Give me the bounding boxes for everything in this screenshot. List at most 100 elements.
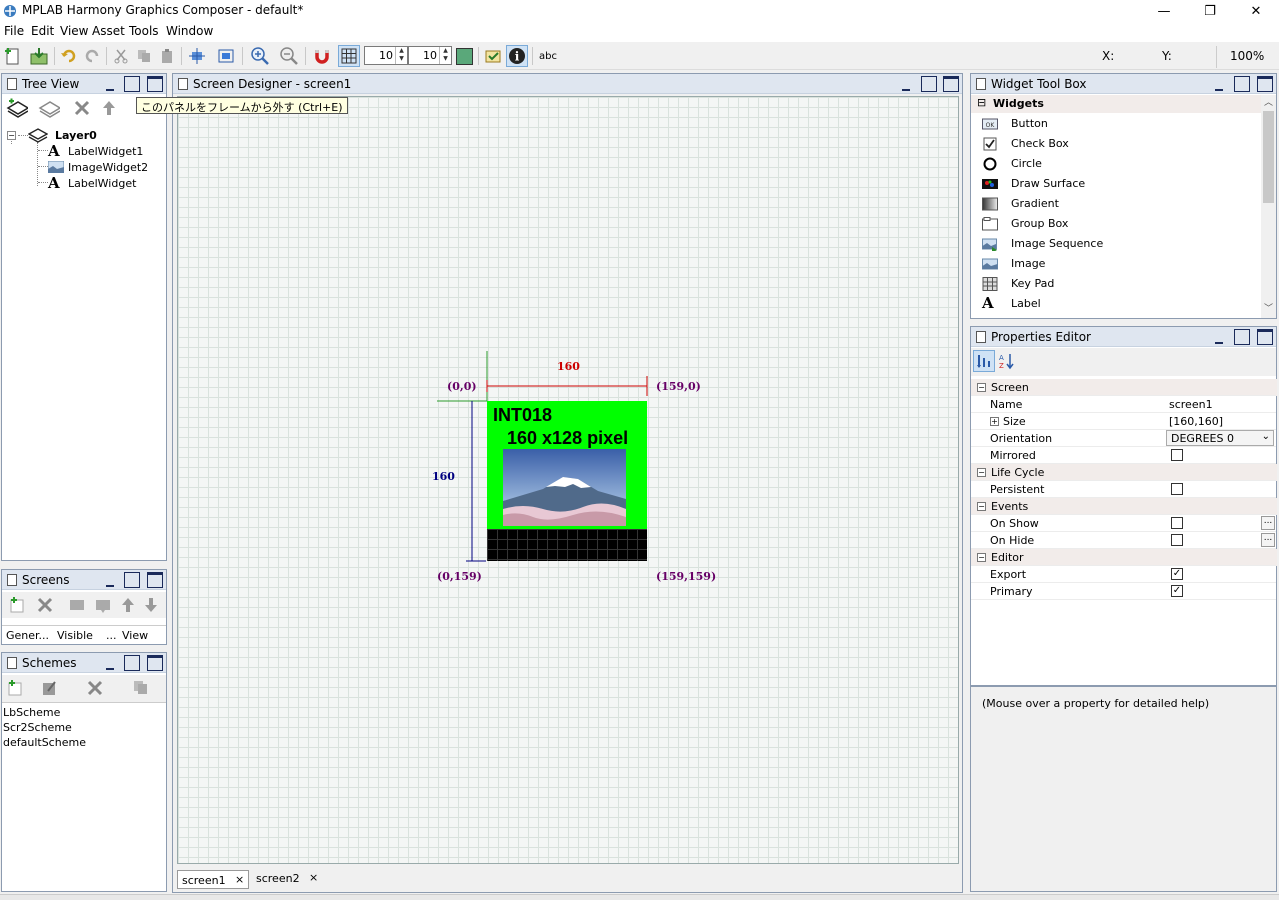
delete-scheme-button[interactable] — [84, 677, 106, 699]
property-checkbox[interactable] — [1171, 517, 1183, 529]
panel-float-button[interactable] — [124, 572, 140, 588]
tab-close-icon[interactable]: × — [309, 871, 318, 884]
layer-action-button[interactable] — [38, 97, 60, 119]
zoom-in-button[interactable] — [249, 45, 271, 67]
new-project-button[interactable] — [2, 45, 24, 67]
tree-collapse-icon[interactable]: − — [7, 131, 16, 140]
tree-item-labelwidget[interactable]: A LabelWidget — [48, 174, 163, 192]
panel-minimize-button[interactable] — [1215, 334, 1223, 344]
string-editor-button[interactable]: abc — [537, 45, 559, 67]
toolbox-item-key-pad[interactable]: Key Pad — [971, 274, 1251, 294]
property-group[interactable]: − Events — [971, 498, 1277, 515]
collapse-icon[interactable]: − — [977, 468, 986, 477]
property-row[interactable]: On Show... — [971, 515, 1277, 532]
menu-file[interactable]: File — [4, 24, 24, 38]
tree-item-labelwidget1[interactable]: A LabelWidget1 — [48, 142, 163, 160]
info-button[interactable]: i — [506, 45, 528, 67]
preview-button[interactable] — [482, 45, 504, 67]
toolbox-item-draw-surface[interactable]: Draw Surface — [971, 174, 1251, 194]
fit-screen-button[interactable] — [215, 45, 237, 67]
panel-float-button[interactable] — [1234, 76, 1250, 92]
panel-maximize-button[interactable] — [1257, 329, 1273, 345]
panel-minimize-button[interactable] — [902, 81, 910, 91]
cut-button[interactable] — [110, 45, 132, 67]
delete-screen-button[interactable] — [34, 594, 56, 616]
menu-edit[interactable]: Edit — [31, 24, 54, 38]
column-header[interactable]: ... — [106, 629, 117, 642]
property-row[interactable]: Export ✓ — [971, 566, 1277, 583]
list-item[interactable]: LbScheme — [3, 705, 86, 720]
panel-maximize-button[interactable] — [147, 655, 163, 671]
toolbox-item-gradient[interactable]: Gradient — [971, 194, 1251, 214]
paste-button[interactable] — [156, 45, 178, 67]
panel-maximize-button[interactable] — [147, 76, 163, 92]
zoom-out-button[interactable] — [278, 45, 300, 67]
minimize-button[interactable]: — — [1141, 0, 1187, 22]
property-group[interactable]: − Editor — [971, 549, 1277, 566]
panel-float-button[interactable] — [1234, 329, 1250, 345]
column-header[interactable]: Gener... — [6, 629, 49, 642]
redo-button[interactable] — [81, 45, 103, 67]
move-up-button[interactable] — [98, 97, 120, 119]
panel-maximize-button[interactable] — [943, 76, 959, 92]
screen-preview[interactable]: INT018 160 x128 pixel — [487, 401, 647, 561]
toolbox-item-image-sequence[interactable]: Image Sequence — [971, 234, 1251, 254]
edit-scheme-button[interactable] — [38, 677, 60, 699]
menu-tools[interactable]: Tools — [129, 24, 159, 38]
property-checkbox[interactable]: ✓ — [1171, 585, 1183, 597]
property-row[interactable]: On Hide... — [971, 532, 1277, 549]
property-checkbox[interactable] — [1171, 534, 1183, 546]
label-widget-2[interactable]: 160 x128 pixel — [507, 429, 628, 447]
property-group[interactable]: − Screen — [971, 379, 1277, 396]
maximize-button[interactable]: ❐ — [1187, 0, 1233, 22]
scrollbar-thumb[interactable] — [1263, 111, 1274, 203]
tab-screen2[interactable]: screen2 × — [252, 870, 324, 889]
screen-paste-button[interactable] — [92, 594, 114, 616]
column-header[interactable]: Visible — [57, 629, 93, 642]
property-row[interactable]: Orientation DEGREES 0 ⌄ — [971, 430, 1277, 447]
copy-scheme-button[interactable] — [130, 677, 152, 699]
add-layer-button[interactable] — [6, 97, 28, 119]
toolbox-item-group-box[interactable]: Group Box — [971, 214, 1251, 234]
sort-categorized-button[interactable] — [973, 350, 995, 372]
sort-alphabetical-button[interactable]: AZ — [996, 350, 1018, 372]
copy-button[interactable] — [133, 45, 155, 67]
scroll-up-icon[interactable]: ︿ — [1264, 95, 1273, 108]
label-widget-1[interactable]: INT018 — [493, 406, 552, 424]
list-item[interactable]: defaultScheme — [3, 735, 86, 750]
panel-minimize-button[interactable] — [106, 81, 114, 91]
toolbox-item-checkbox[interactable]: Check Box — [971, 134, 1251, 154]
add-screen-button[interactable] — [6, 594, 28, 616]
property-value[interactable]: [160,160] — [1169, 415, 1223, 428]
event-editor-button[interactable]: ... — [1261, 516, 1275, 530]
panel-minimize-button[interactable] — [106, 577, 114, 587]
menu-window[interactable]: Window — [166, 24, 213, 38]
toolbox-item-button[interactable]: OK Button — [971, 114, 1251, 134]
toolbox-item-label[interactable]: A Label — [971, 294, 1251, 314]
tab-close-icon[interactable]: × — [235, 873, 244, 886]
grid-color-button[interactable] — [453, 45, 475, 67]
grid-x-spinner[interactable]: 10 ▲ ▼ — [364, 46, 408, 65]
panel-float-button[interactable] — [921, 76, 937, 92]
screen-up-button[interactable] — [117, 594, 139, 616]
property-group[interactable]: − Life Cycle — [971, 464, 1277, 481]
panel-maximize-button[interactable] — [1257, 76, 1273, 92]
tree-item-imagewidget2[interactable]: ImageWidget2 — [48, 159, 163, 175]
expand-icon[interactable]: + — [990, 417, 999, 426]
property-checkbox[interactable] — [1171, 483, 1183, 495]
add-scheme-button[interactable] — [4, 677, 26, 699]
collapse-icon[interactable]: − — [977, 553, 986, 562]
column-header[interactable]: View — [122, 629, 148, 642]
tab-screen1[interactable]: screen1 × — [177, 870, 249, 889]
event-editor-button[interactable]: ... — [1261, 533, 1275, 547]
chevron-down-icon[interactable]: ⌄ — [1262, 431, 1270, 442]
property-checkbox[interactable] — [1171, 449, 1183, 461]
widgets-category-header[interactable]: ⊟ Widgets — [971, 95, 1261, 113]
panel-float-button[interactable] — [124, 655, 140, 671]
property-row[interactable]: + Size [160,160] — [971, 413, 1277, 430]
menu-view[interactable]: View — [60, 24, 88, 38]
snap-button[interactable] — [311, 45, 333, 67]
grid-y-spinner[interactable]: 10 ▲ ▼ — [408, 46, 452, 65]
property-checkbox[interactable]: ✓ — [1171, 568, 1183, 580]
screen-copy-button[interactable] — [66, 594, 88, 616]
